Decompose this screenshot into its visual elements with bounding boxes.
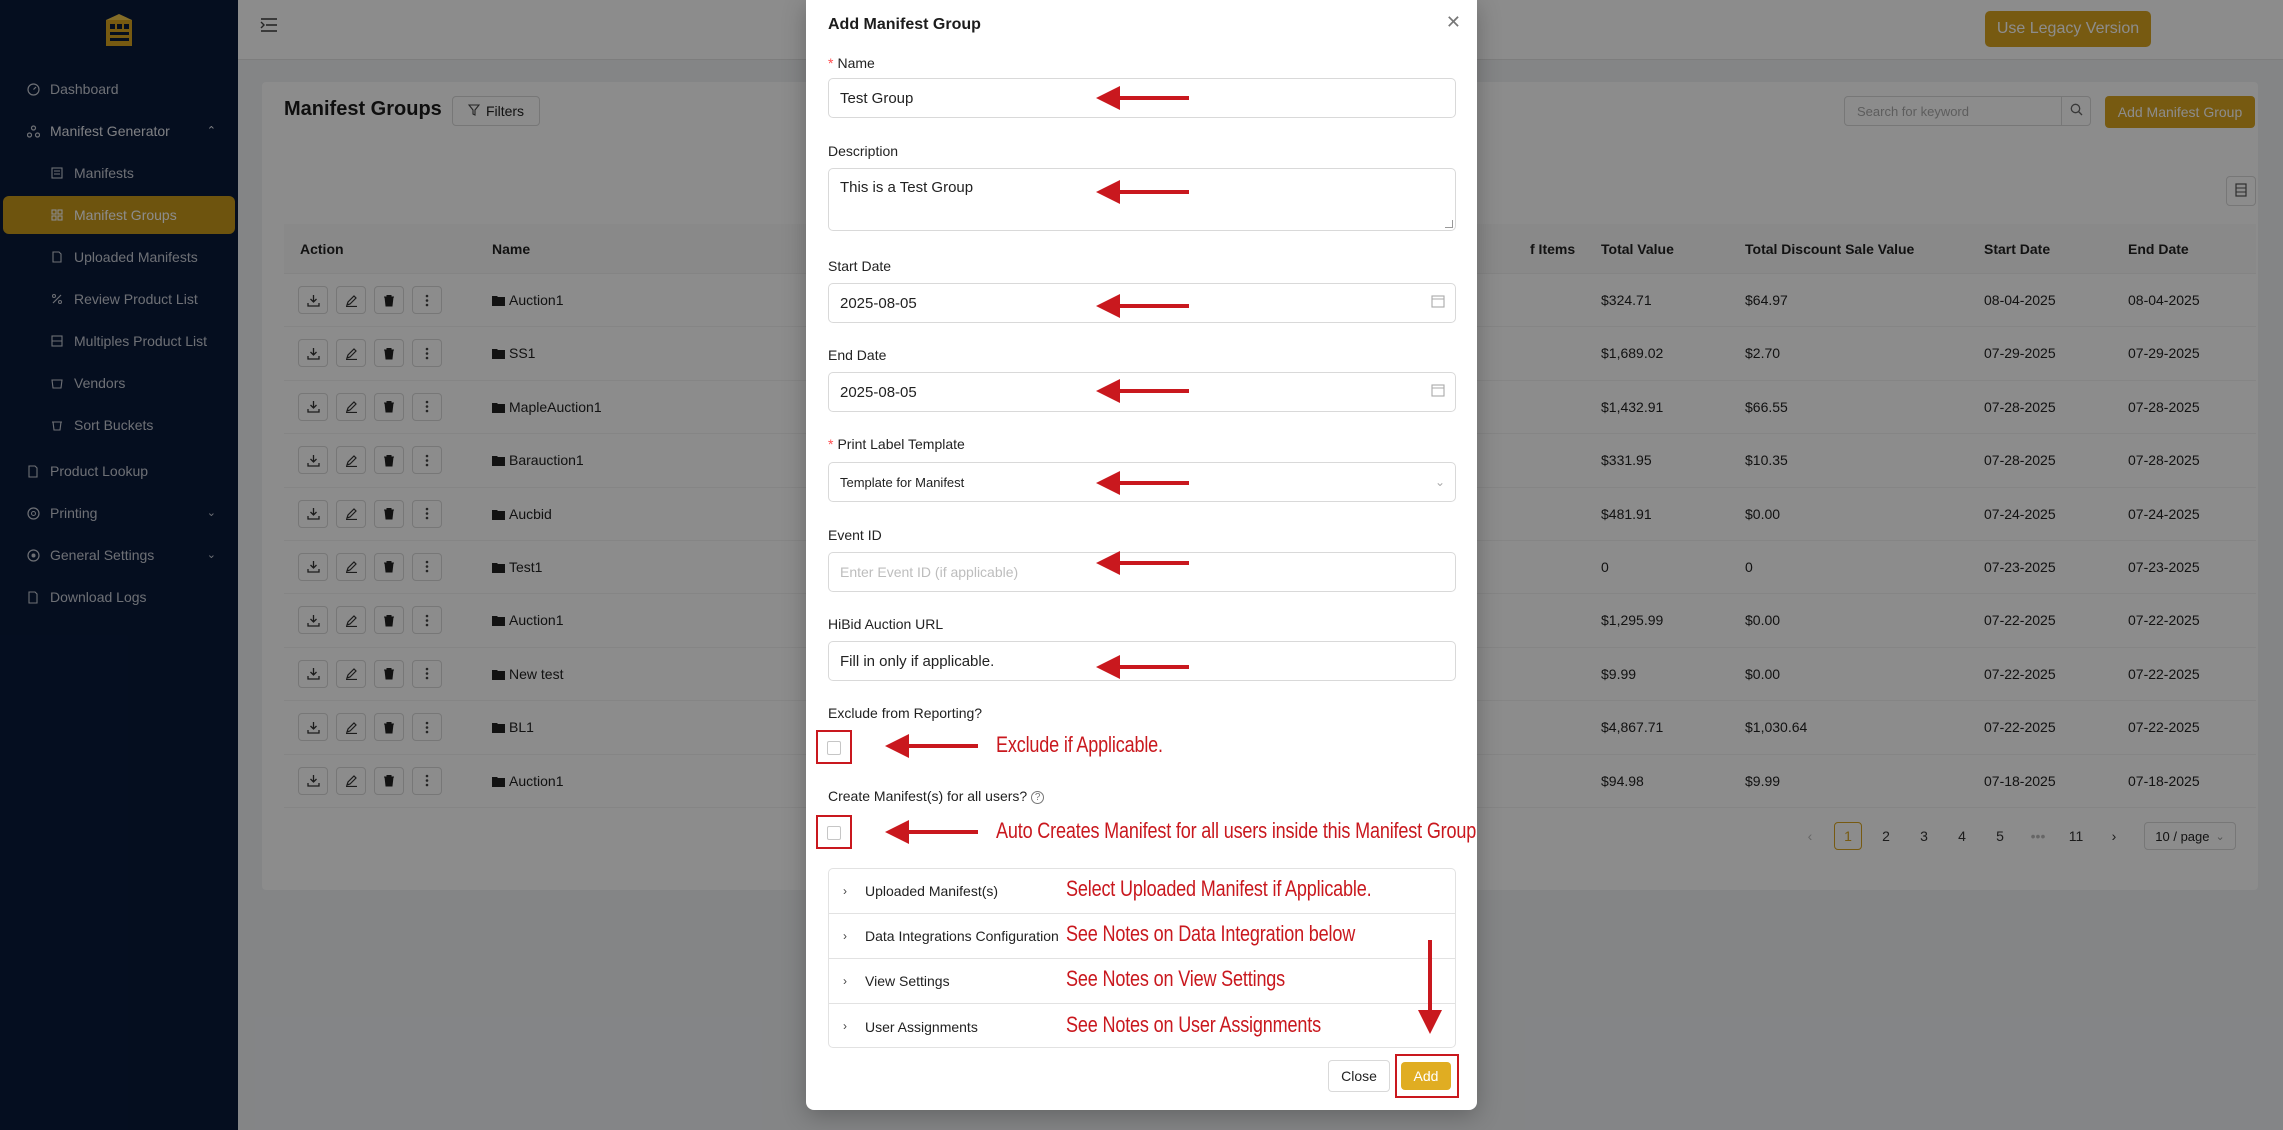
close-icon[interactable]: ✕ [1446,12,1461,33]
print-label-template-label: * Print Label Template [828,436,965,452]
annotation-view-settings: See Notes on View Settings [1066,966,1286,991]
chevron-right-icon: › [843,884,847,898]
description-value: This is a Test Group [840,179,974,196]
annotation-uploaded: Select Uploaded Manifest if Applicable. [1066,876,1372,901]
hibid-url-input[interactable]: Fill in only if applicable. [828,641,1456,681]
print-label-value: Template for Manifest [840,474,965,490]
start-date-label: Start Date [828,258,892,274]
collapse-label: User Assignments [865,1018,978,1035]
annotation-data-integration: See Notes on Data Integration below [1066,921,1356,946]
create-manifest-label-text: Create Manifest(s) for all users? [828,788,1028,804]
collapse-label: Uploaded Manifest(s) [865,883,999,899]
collapse-label: Data Integrations Configuration [865,928,1059,944]
start-date-picker[interactable]: 2025-08-05 [828,283,1456,323]
help-icon[interactable]: ? [1031,790,1045,804]
print-label-template-select[interactable]: Template for Manifest ⌄ [828,462,1456,502]
name-input[interactable]: Test Group [828,78,1456,118]
annotation-auto-create: Auto Creates Manifest for all users insi… [996,818,1477,843]
description-label: Description [828,143,899,159]
create-manifest-label: Create Manifest(s) for all users?? [828,788,1045,804]
start-date-value: 2025-08-05 [840,294,917,312]
required-asterisk: * [828,436,834,452]
exclude-reporting-label: Exclude from Reporting? [828,705,983,721]
add-manifest-group-modal: Add Manifest Group ✕ * Name Test Group De… [806,0,1477,1110]
chevron-right-icon: › [843,974,847,988]
print-label-text: Print Label Template [837,436,965,452]
event-id-input[interactable]: Enter Event ID (if applicable) [828,552,1456,592]
name-label: * Name [828,55,875,71]
hibid-url-label: HiBid Auction URL [828,616,944,632]
calendar-icon [1431,383,1445,401]
annotation-user-assignments: See Notes on User Assignments [1066,1012,1321,1037]
resize-handle-icon[interactable] [1445,220,1453,228]
event-id-label: Event ID [828,527,882,543]
close-button[interactable]: Close [1328,1060,1390,1092]
end-date-label: End Date [828,347,887,363]
annotation-exclude: Exclude if Applicable. [996,732,1163,757]
name-label-text: Name [837,55,875,71]
description-textarea[interactable]: This is a Test Group [828,168,1456,231]
chevron-right-icon: › [843,929,847,943]
collapse-label: View Settings [865,973,950,989]
chevron-right-icon: › [843,1019,847,1033]
exclude-highlight-box [816,730,852,764]
add-button[interactable]: Add [1401,1062,1451,1090]
end-date-picker[interactable]: 2025-08-05 [828,372,1456,412]
required-asterisk: * [828,55,834,71]
create-manifest-highlight-box [816,815,852,849]
chevron-down-icon: ⌄ [1434,475,1445,489]
end-date-value: 2025-08-05 [840,383,917,401]
calendar-icon [1431,294,1445,312]
modal-title: Add Manifest Group [828,16,981,33]
